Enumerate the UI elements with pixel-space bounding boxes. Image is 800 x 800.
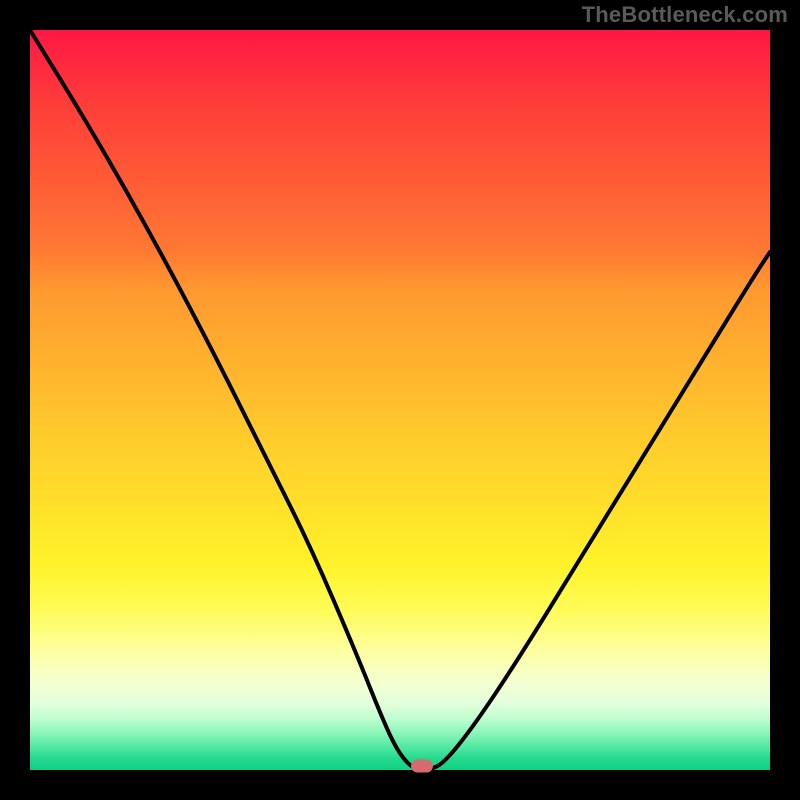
bottleneck-curve: [30, 30, 770, 770]
watermark-text: TheBottleneck.com: [582, 2, 788, 28]
plot-area: [30, 30, 770, 770]
minimum-marker: [411, 760, 433, 773]
chart-frame: TheBottleneck.com: [0, 0, 800, 800]
